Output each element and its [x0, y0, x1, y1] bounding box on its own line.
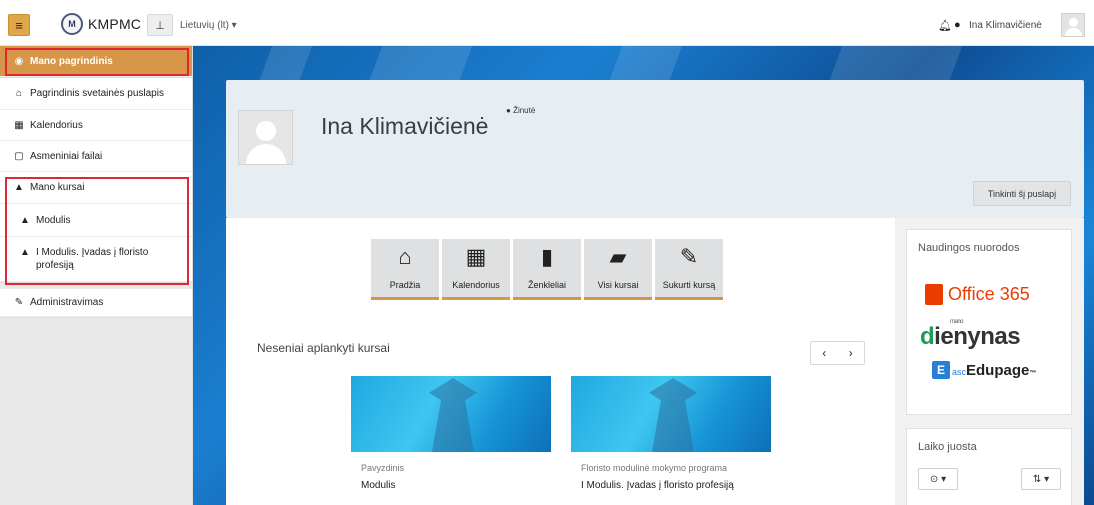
chevron-right-icon[interactable]: › [849, 346, 853, 360]
sort-icon: ⇅ ▾ [1032, 473, 1050, 485]
home-icon: ⌂ [398, 244, 412, 269]
office-icon [925, 284, 943, 305]
tile-all-courses[interactable]: ▰ Visi kursai [584, 239, 652, 300]
dashboard-icon: ◉ [14, 55, 24, 67]
course-image[interactable] [571, 376, 771, 452]
block-title: Laiko juosta [918, 441, 977, 453]
quick-link-tiles: ⌂ Pradžia ▦ Kalendorius ▮ Ženkleliai ▰ V… [371, 239, 723, 300]
tile-home[interactable]: ⌂ Pradžia [371, 239, 439, 300]
useful-links-block: Naudingos nuorodos Office 365 dienynas m… [906, 229, 1072, 415]
course-image[interactable] [351, 376, 551, 452]
sidebar-item-private-files[interactable]: ▢ Asmeniniai failai [0, 141, 192, 172]
message-link[interactable]: ● Žinutė [506, 106, 535, 115]
edit-icon: ✎ [679, 244, 699, 269]
message-icon: ● [506, 106, 514, 115]
sidebar-item-course-modulis[interactable]: ▲ Modulis [0, 204, 192, 237]
block-title: Naudingos nuorodos [918, 242, 1020, 254]
timeline-filter-dropdown[interactable]: ⊙ ▾ [918, 468, 958, 490]
sidebar-item-course-i-modulis[interactable]: ▲ I Modulis. Įvadas į floristo profesiją [0, 237, 192, 282]
bell-icon[interactable]: 🔔︎ [938, 19, 952, 32]
course-category: Pavyzdinis [361, 463, 405, 473]
tile-create-course[interactable]: ✎ Sukurti kursą [655, 239, 723, 300]
main-content: ⌂ Pradžia ▦ Kalendorius ▮ Ženkleliai ▰ V… [226, 218, 895, 505]
file-icon: ▢ [14, 150, 24, 162]
home-icon: ⌂ [15, 88, 23, 99]
clock-icon: ⊙ ▾ [929, 473, 947, 485]
timeline-sort-dropdown[interactable]: ⇅ ▾ [1021, 468, 1061, 490]
top-navbar: ≡ M KMPMC ⊥ Lietuvių (lt) ▾ 🔔︎ ● Ina Kli… [0, 0, 1094, 46]
office365-link[interactable]: Office 365 [925, 284, 1030, 305]
course-name[interactable]: Modulis [361, 480, 395, 491]
sidebar-item-administration[interactable]: ✎ Administravimas [0, 289, 192, 317]
profile-avatar [238, 110, 293, 165]
customize-page-button[interactable]: Tinkinti šį puslapį [973, 181, 1071, 206]
user-avatar[interactable] [1061, 13, 1085, 37]
graduation-cap-icon: ▲ [20, 247, 30, 258]
message-icon[interactable]: ● [954, 19, 961, 31]
course-card[interactable]: Floristo modulinė mokymo programa I Modu… [571, 376, 771, 491]
page-header: Ina Klimavičienė ● Žinutė Tinkinti šį pu… [226, 80, 1084, 218]
book-icon: ▰ [609, 244, 627, 269]
sitemap-icon: ⊥ [155, 19, 165, 32]
sitemap-button[interactable]: ⊥ [147, 14, 173, 36]
sidebar: ◉ Mano pagrindinis ⌂ Pagrindinis svetain… [0, 46, 193, 505]
brand-logo[interactable]: M [61, 13, 83, 35]
timeline-block: Laiko juosta ⊙ ▾ ⇅ ▾ [906, 428, 1072, 505]
bookmark-icon: ▮ [540, 244, 554, 269]
sidebar-item-site-home[interactable]: ⌂ Pagrindinis svetainės puslapis [0, 78, 192, 110]
course-card[interactable]: Pavyzdinis Modulis [351, 376, 551, 491]
calendar-icon: ▦ [465, 244, 487, 269]
hamburger-icon: ≡ [15, 17, 23, 33]
calendar-icon: ▦ [14, 119, 24, 131]
edupage-link[interactable]: E ascEdupage™ [932, 361, 1036, 379]
chevron-left-icon[interactable]: ‹ [822, 346, 826, 360]
recent-courses-title: Neseniai aplankyti kursai [257, 341, 390, 355]
user-name[interactable]: Ina Klimavičienė [969, 20, 1042, 31]
brand-name[interactable]: KMPMC [88, 16, 141, 32]
course-name[interactable]: I Modulis. Įvadas į floristo profesiją [581, 480, 734, 491]
wrench-icon: ✎ [14, 297, 24, 308]
menu-toggle-button[interactable]: ≡ [8, 14, 30, 36]
tile-calendar[interactable]: ▦ Kalendorius [442, 239, 510, 300]
edupage-icon: E [932, 361, 950, 379]
course-category: Floristo modulinė mokymo programa [581, 463, 728, 473]
sidebar-item-dashboard[interactable]: ◉ Mano pagrindinis [0, 46, 192, 77]
language-selector[interactable]: Lietuvių (lt) ▾ [180, 20, 237, 31]
page-title: Ina Klimavičienė [321, 113, 489, 139]
sidebar-item-calendar[interactable]: ▦ Kalendorius [0, 110, 192, 141]
recent-courses-nav: ‹ › [810, 341, 865, 365]
graduation-cap-icon: ▲ [14, 182, 24, 193]
sidebar-item-my-courses[interactable]: ▲ Mano kursai [0, 172, 192, 204]
graduation-cap-icon: ▲ [20, 214, 30, 226]
tile-badges[interactable]: ▮ Ženkleliai [513, 239, 581, 300]
dienynas-link[interactable]: dienynas mano [920, 319, 1021, 351]
